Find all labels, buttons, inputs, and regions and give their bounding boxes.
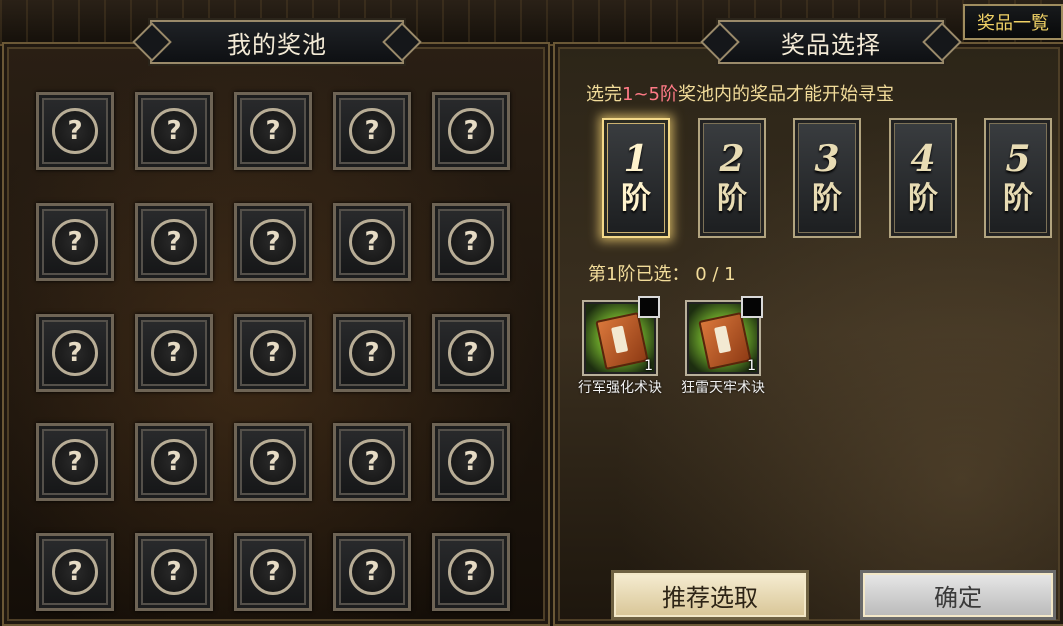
question-mark-icon: ? <box>250 219 296 265</box>
mystery-slot[interactable]: ? <box>234 533 312 611</box>
tier-selected-count: 第1阶已选： 0 / 1 <box>588 264 736 285</box>
mystery-slot[interactable]: ? <box>333 203 411 281</box>
mystery-slot[interactable]: ? <box>36 203 114 281</box>
item-quantity: 1 <box>644 358 653 374</box>
question-mark-icon: ? <box>349 108 395 154</box>
question-mark-icon: ? <box>52 439 98 485</box>
select-checkbox[interactable] <box>638 296 660 318</box>
question-mark-icon: ? <box>349 330 395 376</box>
mystery-slot[interactable]: ? <box>36 314 114 392</box>
question-mark-icon: ? <box>250 549 296 595</box>
question-mark-icon: ? <box>151 330 197 376</box>
reward-item-2[interactable]: 1 <box>685 296 763 376</box>
question-mark-icon: ? <box>52 219 98 265</box>
question-mark-icon: ? <box>151 549 197 595</box>
mystery-slot[interactable]: ? <box>234 92 312 170</box>
recommend-select-button[interactable]: 推荐选取 <box>611 570 809 620</box>
question-mark-icon: ? <box>151 219 197 265</box>
question-mark-icon: ? <box>250 439 296 485</box>
question-mark-icon: ? <box>52 108 98 154</box>
question-mark-icon: ? <box>448 549 494 595</box>
question-mark-icon: ? <box>349 219 395 265</box>
question-mark-icon: ? <box>151 108 197 154</box>
reward-item-1-name: 行军强化术诀 <box>578 380 662 396</box>
tier-4-button[interactable]: 4阶 <box>889 118 957 238</box>
item-quantity: 1 <box>747 358 756 374</box>
mystery-slot[interactable]: ? <box>135 203 213 281</box>
mystery-slot[interactable]: ? <box>432 203 510 281</box>
question-mark-icon: ? <box>52 549 98 595</box>
mystery-slot[interactable]: ? <box>234 423 312 501</box>
reward-item-2-name: 狂雷天牢术诀 <box>681 380 765 396</box>
confirm-button[interactable]: 确定 <box>860 570 1056 620</box>
mystery-slot[interactable]: ? <box>432 92 510 170</box>
mystery-slot[interactable]: ? <box>36 423 114 501</box>
question-mark-icon: ? <box>52 330 98 376</box>
mystery-slot[interactable]: ? <box>234 203 312 281</box>
mystery-slot[interactable]: ? <box>333 533 411 611</box>
question-mark-icon: ? <box>151 439 197 485</box>
question-mark-icon: ? <box>349 549 395 595</box>
mystery-slot[interactable]: ? <box>333 423 411 501</box>
question-mark-icon: ? <box>250 330 296 376</box>
prize-selection-title: 奖品选择 <box>718 20 944 64</box>
prize-list-button[interactable]: 奖品一覧 <box>963 4 1063 40</box>
mystery-slot[interactable]: ? <box>135 92 213 170</box>
selected-count-value: 0 / 1 <box>695 264 736 285</box>
question-mark-icon: ? <box>448 439 494 485</box>
question-mark-icon: ? <box>448 219 494 265</box>
tier-2-button[interactable]: 2阶 <box>698 118 766 238</box>
tier-1-button[interactable]: 1阶 <box>602 118 670 238</box>
mystery-slot[interactable]: ? <box>333 314 411 392</box>
book-icon <box>595 311 649 371</box>
book-icon <box>698 311 752 371</box>
question-mark-icon: ? <box>349 439 395 485</box>
select-checkbox[interactable] <box>741 296 763 318</box>
mystery-slot[interactable]: ? <box>135 533 213 611</box>
question-mark-icon: ? <box>448 108 494 154</box>
mystery-slot[interactable]: ? <box>36 533 114 611</box>
mystery-slot[interactable]: ? <box>432 423 510 501</box>
my-prize-pool-title: 我的奖池 <box>150 20 404 64</box>
tier-range-highlight: 1~5阶 <box>622 84 678 105</box>
tier-5-button[interactable]: 5阶 <box>984 118 1052 238</box>
mystery-slot[interactable]: ? <box>135 314 213 392</box>
reward-item-1[interactable]: 1 <box>582 296 660 376</box>
tier-3-button[interactable]: 3阶 <box>793 118 861 238</box>
mystery-slot[interactable]: ? <box>432 314 510 392</box>
mystery-slot[interactable]: ? <box>36 92 114 170</box>
mystery-slot[interactable]: ? <box>432 533 510 611</box>
question-mark-icon: ? <box>250 108 296 154</box>
mystery-slot[interactable]: ? <box>333 92 411 170</box>
selection-hint: 选完1~5阶奖池内的奖品才能开始寻宝 <box>586 84 894 105</box>
mystery-slot[interactable]: ? <box>234 314 312 392</box>
mystery-slot[interactable]: ? <box>135 423 213 501</box>
question-mark-icon: ? <box>448 330 494 376</box>
